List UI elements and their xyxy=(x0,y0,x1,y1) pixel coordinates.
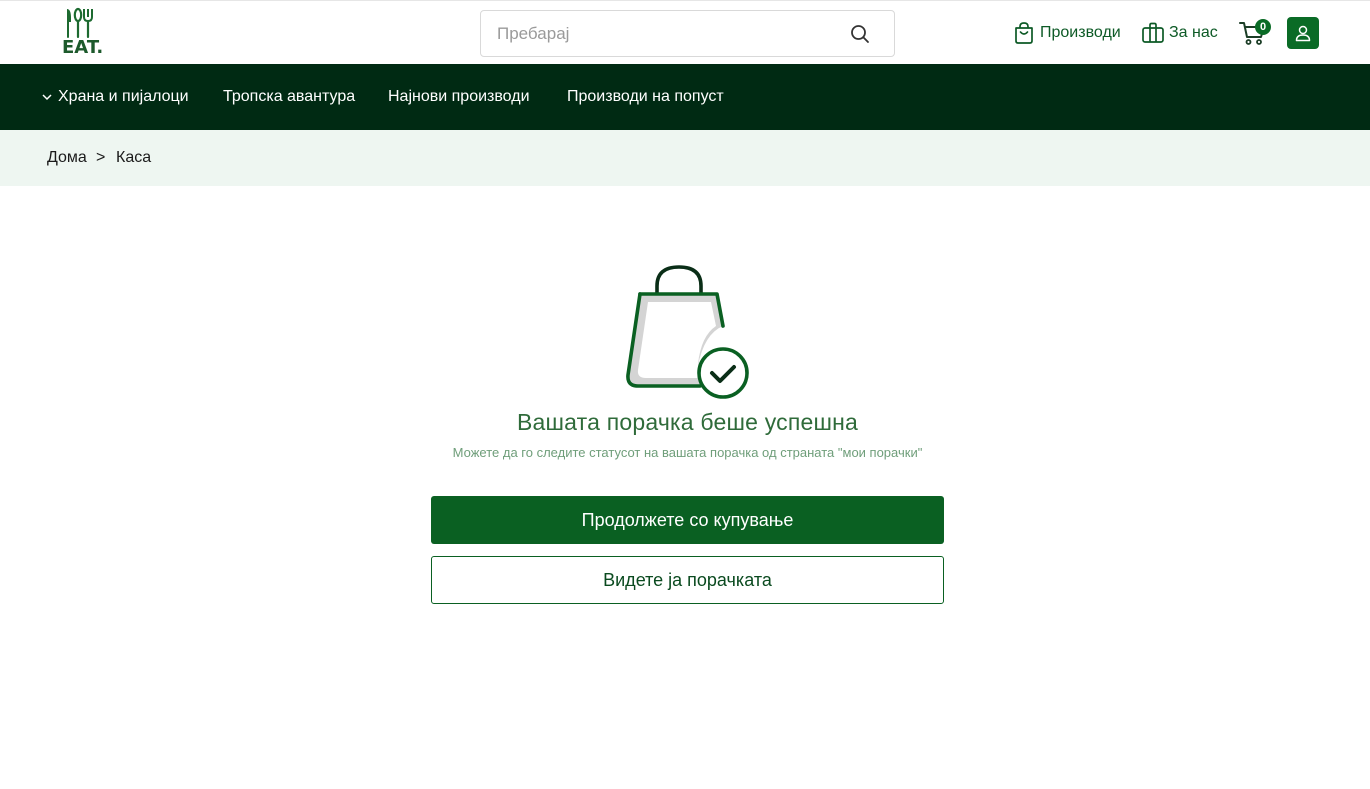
products-link[interactable]: Производи xyxy=(1012,21,1121,45)
breadcrumb-home[interactable]: Дома xyxy=(47,149,87,167)
gift-icon xyxy=(1142,22,1164,43)
breadcrumb-current: Каса xyxy=(116,149,152,166)
user-icon xyxy=(1295,25,1311,42)
order-success-title: Вашата порачка беше успешна xyxy=(516,409,859,435)
top-header: EAT. Производи За нас xyxy=(0,0,1370,64)
menu-item-discount[interactable]: Производи на попуст xyxy=(567,64,724,130)
about-link[interactable]: За нас xyxy=(1141,21,1218,45)
breadcrumb: Дома > Каса xyxy=(0,130,1370,186)
shopping-bag-icon xyxy=(1015,22,1033,44)
chevron-down-icon xyxy=(42,94,52,101)
menu-item-newest[interactable]: Најнови производи xyxy=(388,64,530,130)
fork-knife-icon xyxy=(67,7,93,38)
menu-item-label: Најнови производи xyxy=(388,88,530,105)
main-menu: Храна и пијалоци Тропска авантура Најнов… xyxy=(0,64,1370,130)
user-account-button[interactable] xyxy=(1287,17,1319,49)
menu-item-label: Храна и пијалоци xyxy=(58,88,189,105)
search-button[interactable] xyxy=(849,23,871,45)
menu-item-tropical[interactable]: Тропска авантура xyxy=(223,64,355,130)
search-icon xyxy=(851,25,869,43)
continue-shopping-button[interactable]: Продолжете со купување xyxy=(431,496,944,544)
menu-item-food-drinks[interactable]: Храна и пијалоци xyxy=(42,64,189,130)
order-success-subtitle: Можете да го следите статусот на вашата … xyxy=(452,445,923,460)
view-order-button[interactable]: Видете ја порачката xyxy=(431,556,944,604)
cart-count-badge: 0 xyxy=(1255,19,1271,35)
breadcrumb-separator: > xyxy=(96,149,106,166)
search-input[interactable] xyxy=(481,11,831,56)
search-box xyxy=(480,10,895,57)
shopping-bag-check-icon xyxy=(624,264,752,402)
logo-text: EAT. xyxy=(62,37,104,58)
menu-item-label: Тропска авантура xyxy=(223,88,356,105)
menu-item-label: Производи на попуст xyxy=(567,88,724,105)
products-link-label: Производи xyxy=(1040,24,1121,41)
about-link-label: За нас xyxy=(1169,24,1218,41)
